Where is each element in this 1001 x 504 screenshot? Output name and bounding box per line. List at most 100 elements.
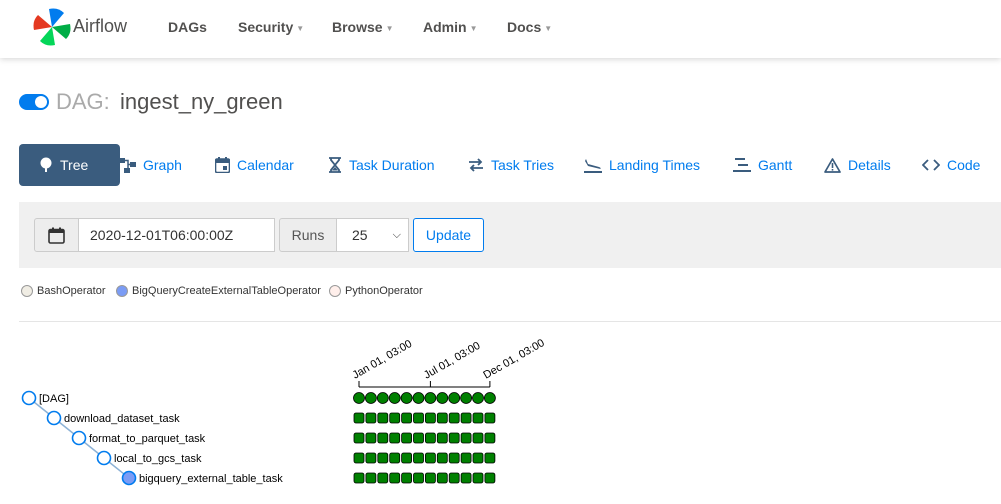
task-instance-square[interactable] [401, 432, 413, 444]
task-instance-square[interactable] [484, 452, 496, 464]
task-instance-square[interactable] [353, 472, 365, 484]
task-instance-square[interactable] [389, 452, 401, 464]
task-instance-square[interactable] [377, 432, 389, 444]
runs-select[interactable]: 25 ⌵ [337, 218, 409, 252]
task-instance-square[interactable] [389, 432, 401, 444]
tab-task-duration[interactable]: Task Duration [328, 144, 435, 186]
tree-node-label[interactable]: download_dataset_task [64, 413, 180, 425]
dag-run-circle[interactable] [483, 392, 496, 404]
tree-node-label[interactable]: local_to_gcs_task [114, 453, 202, 465]
task-instance-square[interactable] [413, 452, 424, 464]
tree-node-label[interactable]: format_to_parquet_task [89, 433, 206, 445]
caret-down-icon: ▼ [296, 24, 305, 33]
tree-controls: 2020-12-01T06:00:00Z Runs 25 ⌵ Update [19, 202, 1001, 268]
task-instance-square[interactable] [377, 412, 389, 424]
legend-item-bash: BashOperator [21, 285, 105, 297]
task-instance-square[interactable] [436, 472, 448, 484]
nav-browse[interactable]: Browse ▼ [332, 19, 394, 35]
brand-name[interactable]: Airflow [73, 16, 127, 37]
graph-icon [119, 157, 136, 173]
datepicker-button[interactable] [34, 218, 79, 252]
task-instance-square[interactable] [472, 452, 484, 464]
task-instance-square[interactable] [353, 452, 365, 464]
dag-run-circle[interactable] [388, 392, 401, 404]
task-instance-square[interactable] [460, 452, 472, 464]
task-instance-square[interactable] [448, 412, 460, 424]
task-instance-square[interactable] [377, 452, 389, 464]
task-instance-square[interactable] [413, 432, 424, 444]
task-instance-square[interactable] [484, 472, 496, 484]
task-instance-square[interactable] [401, 452, 413, 464]
task-instance-square[interactable] [413, 412, 424, 424]
task-instance-square[interactable] [401, 412, 413, 424]
time-axis-tick-label: Dec 01, 03:00 [481, 337, 546, 382]
tree-node-circle[interactable] [21, 390, 37, 406]
tree-node-circle[interactable] [121, 470, 137, 486]
nav-security[interactable]: Security ▼ [238, 19, 304, 35]
task-instance-square[interactable] [365, 412, 377, 424]
tab-gantt[interactable]: Gantt [733, 144, 792, 186]
dag-run-circle[interactable] [400, 392, 413, 404]
task-instance-square[interactable] [389, 412, 401, 424]
task-instance-square[interactable] [472, 472, 484, 484]
dag-run-circle[interactable] [448, 392, 461, 404]
tree-node-circle[interactable] [96, 450, 112, 466]
dag-run-circle[interactable] [436, 392, 449, 404]
tab-graph[interactable]: Graph [119, 144, 182, 186]
task-instance-square[interactable] [413, 472, 424, 484]
nav-docs[interactable]: Docs ▼ [507, 19, 552, 35]
task-instance-square[interactable] [436, 432, 448, 444]
tab-task-tries[interactable]: Task Tries [468, 144, 554, 186]
dag-pause-toggle[interactable] [19, 94, 49, 110]
task-instance-square[interactable] [365, 452, 377, 464]
task-instance-square[interactable] [472, 432, 484, 444]
nav-admin[interactable]: Admin ▼ [423, 19, 477, 35]
time-axis-tick-label: Jul 01, 03:00 [422, 340, 483, 382]
task-instance-square[interactable] [424, 452, 436, 464]
base-date-input[interactable]: 2020-12-01T06:00:00Z [79, 218, 275, 252]
task-instance-square[interactable] [484, 412, 496, 424]
task-instance-square[interactable] [448, 472, 460, 484]
task-instance-square[interactable] [389, 472, 401, 484]
task-instance-square[interactable] [460, 472, 472, 484]
plane-landing-icon [584, 159, 602, 173]
nav-docs-label: Docs [507, 19, 542, 35]
tab-code[interactable]: Code [922, 144, 980, 186]
dag-run-circle[interactable] [460, 392, 473, 404]
task-instance-square[interactable] [365, 432, 377, 444]
task-instance-square[interactable] [353, 412, 365, 424]
task-instance-square[interactable] [460, 412, 472, 424]
task-instance-square[interactable] [424, 412, 436, 424]
task-instance-square[interactable] [436, 452, 448, 464]
tab-calendar[interactable]: Calendar [215, 144, 294, 186]
dag-run-circle[interactable] [412, 392, 425, 404]
task-instance-square[interactable] [353, 432, 365, 444]
retry-icon [469, 158, 483, 172]
tab-landing-times[interactable]: Landing Times [584, 144, 700, 186]
task-instance-square[interactable] [365, 472, 377, 484]
dag-run-circle[interactable] [364, 392, 377, 404]
dag-run-circle[interactable] [472, 392, 484, 404]
dag-run-circle[interactable] [424, 392, 437, 404]
tree-node-label[interactable]: bigquery_external_table_task [139, 473, 283, 485]
task-instance-square[interactable] [460, 432, 472, 444]
task-instance-square[interactable] [472, 412, 484, 424]
task-instance-square[interactable] [424, 432, 436, 444]
dag-run-circle[interactable] [353, 392, 365, 404]
update-button[interactable]: Update [413, 218, 484, 252]
dag-run-circle[interactable] [376, 392, 389, 404]
tree-node-label[interactable]: [DAG] [39, 393, 69, 405]
tree-node-circle[interactable] [71, 430, 87, 446]
task-instance-square[interactable] [401, 472, 413, 484]
nav-dags[interactable]: DAGs [168, 19, 207, 35]
task-instance-square[interactable] [424, 472, 436, 484]
tab-details[interactable]: Details [824, 144, 891, 186]
tree-node-circle[interactable] [46, 410, 62, 426]
task-instance-square[interactable] [484, 432, 496, 444]
task-instance-square[interactable] [436, 412, 448, 424]
task-instance-square[interactable] [448, 432, 460, 444]
airflow-logo-icon[interactable] [30, 5, 74, 49]
task-instance-square[interactable] [448, 452, 460, 464]
tab-tree[interactable]: Tree [19, 144, 120, 186]
task-instance-square[interactable] [377, 472, 389, 484]
